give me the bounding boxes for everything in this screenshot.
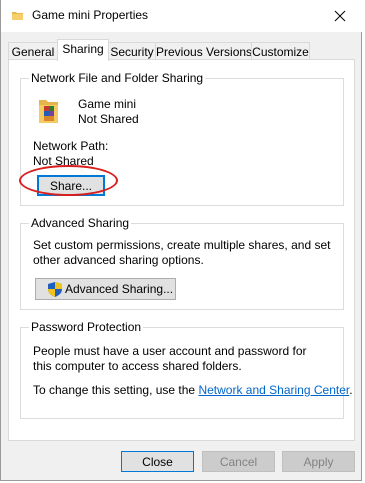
apply-button[interactable]: Apply — [282, 451, 355, 472]
share-button[interactable]: Share... — [37, 175, 105, 196]
advanced-sharing-button[interactable]: Advanced Sharing... — [35, 278, 176, 300]
change-setting-suffix: . — [349, 383, 353, 397]
tab-security[interactable]: Security — [108, 42, 156, 60]
advanced-sharing-description: Set custom permissions, create multiple … — [33, 238, 331, 267]
sharing-panel: Network File and Folder Sharing Game min… — [8, 59, 355, 441]
close-button[interactable]: Close — [121, 451, 194, 472]
network-sharing-center-link[interactable]: Network and Sharing Center — [198, 383, 349, 397]
cancel-button[interactable]: Cancel — [202, 451, 275, 472]
tab-previous-versions[interactable]: Previous Versions — [155, 42, 252, 60]
window-title: Game mini Properties — [32, 8, 149, 22]
password-protection-group: Password Protection People must have a u… — [20, 320, 353, 419]
password-protection-title: Password Protection — [29, 320, 144, 334]
title-bar[interactable]: Game mini Properties — [1, 0, 363, 32]
change-setting-text: To change this setting, use the Network … — [33, 383, 353, 397]
folder-share-status: Not Shared — [78, 112, 139, 126]
tab-sharing[interactable]: Sharing — [57, 39, 109, 61]
change-setting-prefix: To change this setting, use the — [33, 383, 199, 397]
network-sharing-group: Network File and Folder Sharing Game min… — [20, 71, 344, 206]
network-path-value: Not Shared — [33, 154, 94, 168]
network-sharing-title: Network File and Folder Sharing — [29, 71, 206, 85]
network-path-label: Network Path: — [33, 139, 109, 153]
tab-general[interactable]: General — [8, 42, 58, 60]
folder-name: Game mini — [78, 97, 137, 111]
close-icon — [334, 10, 346, 22]
advanced-sharing-title: Advanced Sharing — [29, 216, 132, 230]
tab-customize[interactable]: Customize — [251, 42, 310, 60]
advanced-sharing-button-label: Advanced Sharing... — [65, 282, 174, 296]
properties-dialog: Game mini Properties General Sharing Sec… — [0, 0, 363, 481]
uac-shield-icon — [48, 281, 62, 297]
folder-archive-icon — [39, 100, 58, 123]
advanced-sharing-group: Advanced Sharing Set custom permissions,… — [20, 216, 344, 310]
folder-icon — [12, 12, 23, 20]
close-window-button[interactable] — [317, 0, 363, 32]
password-protection-description: People must have a user account and pass… — [33, 344, 307, 373]
